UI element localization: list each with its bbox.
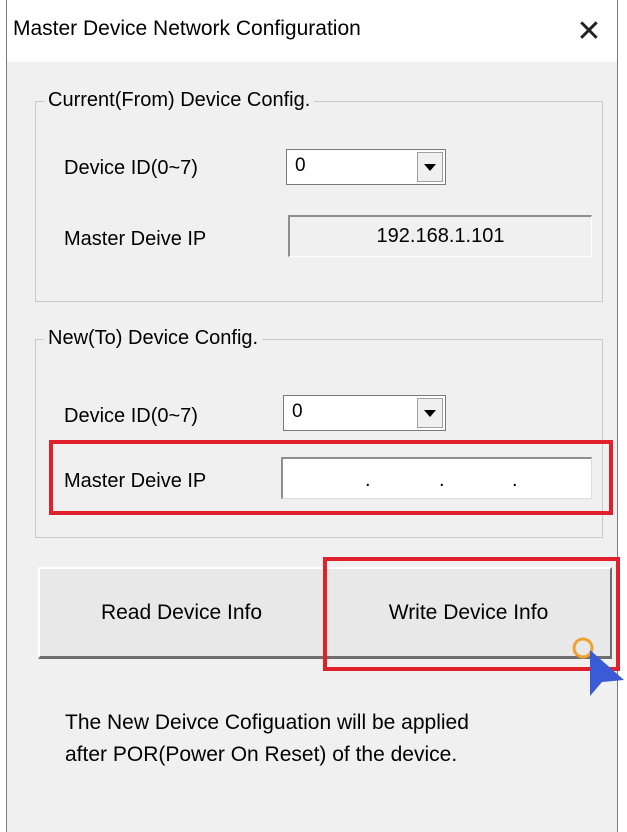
chevron-down-icon[interactable] — [417, 152, 443, 182]
current-config-group: Current(From) Device Config. Device ID(0… — [35, 89, 603, 302]
new-config-legend: New(To) Device Config. — [44, 327, 263, 350]
apply-note: The New Deivce Cofiguation will be appli… — [65, 707, 469, 771]
ip-row-highlight — [49, 440, 613, 515]
close-icon: ✕ — [576, 14, 602, 48]
current-master-ip-value: 192.168.1.101 — [376, 225, 505, 247]
current-device-id-select[interactable]: 0 — [286, 149, 446, 185]
note-line-2: after POR(Power On Reset) of the device. — [65, 743, 458, 766]
current-device-id-label: Device ID(0~7) — [64, 157, 198, 179]
chevron-down-icon[interactable] — [417, 398, 443, 428]
read-device-info-button[interactable]: Read Device Info — [38, 567, 325, 659]
note-line-1: The New Deivce Cofiguation will be appli… — [65, 711, 469, 734]
current-master-ip-label: Master Deive IP — [64, 228, 207, 250]
current-config-legend: Current(From) Device Config. — [44, 89, 315, 112]
network-config-dialog: Master Device Network Configuration ✕ Cu… — [6, 0, 620, 832]
current-device-id-value: 0 — [295, 155, 306, 176]
window-title: Master Device Network Configuration — [13, 17, 361, 40]
title-bar: Master Device Network Configuration ✕ — [7, 0, 617, 62]
new-device-id-value: 0 — [292, 401, 303, 422]
pointer-arrow-icon — [590, 650, 624, 696]
click-ring-icon — [572, 637, 594, 659]
new-device-id-select[interactable]: 0 — [283, 395, 446, 431]
new-device-id-label: Device ID(0~7) — [64, 405, 198, 427]
close-button[interactable]: ✕ — [561, 0, 617, 62]
mouse-cursor-icon — [572, 637, 624, 696]
current-master-ip-field: 192.168.1.101 — [288, 215, 592, 257]
